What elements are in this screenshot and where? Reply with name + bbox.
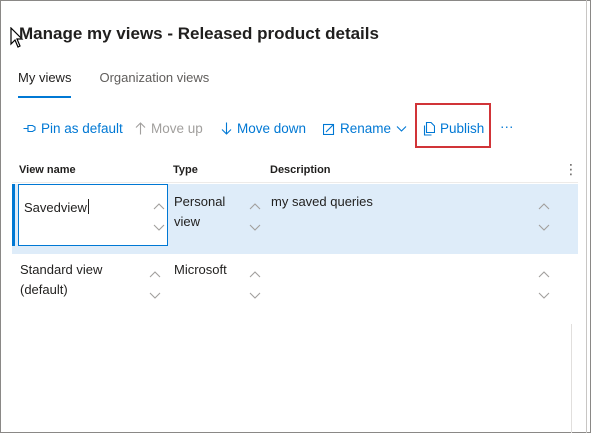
view-name-value: Savedview [24,200,87,215]
view-name-input[interactable]: Savedview [18,184,168,246]
chevron-down-icon [396,125,407,132]
rename-button[interactable]: Rename [323,121,407,136]
tab-organization-views-label: Organization views [99,70,210,85]
column-header-view-name[interactable]: View name [19,164,76,176]
table-row[interactable]: Standard view (default) Microsoft [12,254,578,324]
publish-highlight-box [415,103,491,148]
chevron-down-icon[interactable] [249,224,261,232]
pin-as-default-button[interactable]: Pin as default [23,121,123,136]
arrow-down-icon [221,122,232,135]
active-tab-indicator [18,96,72,98]
move-up-button[interactable]: Move up [135,121,203,136]
pin-icon [23,124,36,133]
table-row[interactable]: Savedview Personal view my saved queries [12,184,578,254]
chevron-up-icon[interactable] [249,270,261,278]
toolbar: Pin as default Move up Move down Rename … [0,113,591,149]
chevron-down-icon[interactable] [153,224,165,232]
rename-icon [323,123,335,135]
column-header-description[interactable]: Description [270,164,331,176]
view-type-cell: Personal view [174,194,226,229]
column-options-icon[interactable]: ⋮ [564,161,578,178]
view-name-cell: Standard view (default) [20,262,103,297]
view-description-cell: my saved queries [271,194,373,209]
dialog-right-border [586,0,587,433]
rename-label: Rename [340,121,392,136]
move-up-label: Move up [151,121,203,136]
more-options-button[interactable]: ··· [500,119,514,134]
tab-organization-views[interactable]: Organization views [99,70,209,98]
chevron-up-icon[interactable] [153,202,165,210]
move-down-label: Move down [237,121,307,136]
chevron-down-icon[interactable] [538,224,550,232]
text-caret [87,199,89,214]
pin-as-default-label: Pin as default [41,121,123,136]
grid-divider [571,324,572,433]
page-title: Manage my views - Released product detai… [19,24,379,43]
move-down-button[interactable]: Move down [221,121,306,136]
grid-header: View name Type Description ⋮ [12,156,578,183]
tab-my-views-label: My views [18,70,72,85]
chevron-up-icon[interactable] [149,270,161,278]
arrow-up-icon [135,122,146,135]
chevron-down-icon[interactable] [249,292,261,300]
row-selection-indicator [12,184,15,246]
chevron-up-icon[interactable] [249,202,261,210]
chevron-down-icon[interactable] [149,292,161,300]
view-tabs: My views Organization views [18,70,237,98]
views-grid: View name Type Description ⋮ Savedview P… [12,156,578,324]
chevron-up-icon[interactable] [538,202,550,210]
tab-my-views[interactable]: My views [18,70,72,98]
column-header-type[interactable]: Type [173,164,198,176]
chevron-up-icon[interactable] [538,270,550,278]
chevron-down-icon[interactable] [538,292,550,300]
more-options-label: ··· [500,119,514,134]
view-type-cell: Microsoft [174,262,227,277]
